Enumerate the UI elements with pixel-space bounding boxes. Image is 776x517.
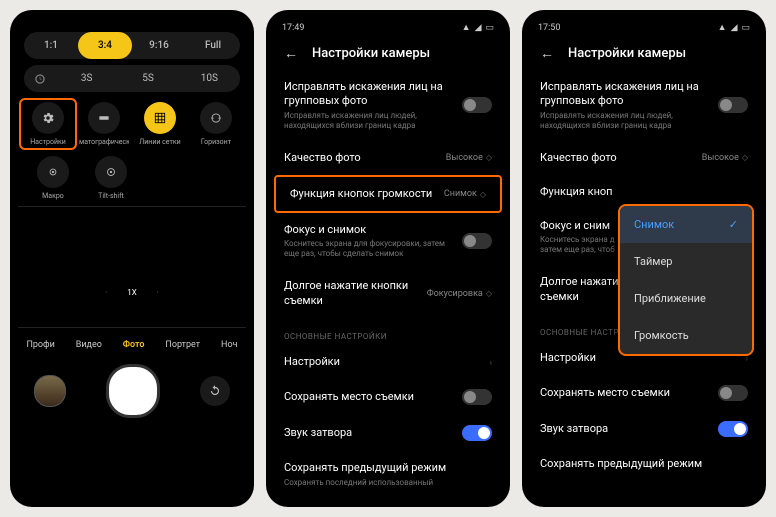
row-photo-quality[interactable]: Качество фото Высокое◇ <box>526 141 762 175</box>
ratio-Full[interactable]: Full <box>186 32 240 59</box>
popup-option-3[interactable]: Громкость <box>620 317 752 354</box>
wide-icon <box>88 102 120 134</box>
shutter-row <box>14 356 250 422</box>
phone-settings-popup: 17:50 ▲◢▭ ← Настройки камеры Исправлять … <box>522 10 766 507</box>
phone-settings: 17:49 ▲◢▭ ← Настройки камеры Исправлять … <box>266 10 510 507</box>
tilt-icon <box>95 156 127 188</box>
toggle-focus-shot[interactable] <box>462 233 492 249</box>
statusbar: 17:49 ▲◢▭ <box>270 18 506 37</box>
back-button[interactable]: ← <box>540 45 554 62</box>
header: ← Настройки камеры <box>526 37 762 70</box>
timer-icon <box>24 72 56 86</box>
row-prev-mode[interactable]: Сохранять предыдущий режим <box>526 447 762 481</box>
mode-Портрет[interactable]: Портрет <box>165 340 200 350</box>
volume-function-popup: Снимок✓ТаймерПриближениеГромкость <box>618 204 754 356</box>
row-face-distortion[interactable]: Исправлять искажения лиц на групповых фо… <box>270 70 506 141</box>
page-title: Настройки камеры <box>568 46 686 61</box>
check-icon: ✓ <box>729 218 738 231</box>
mode-Ноч[interactable]: Ноч <box>221 340 237 350</box>
mode-Профи[interactable]: Профи <box>26 340 54 350</box>
page-title: Настройки камеры <box>312 46 430 61</box>
row-photo-quality[interactable]: Качество фото Высокое◇ <box>270 141 506 175</box>
row-shutter-sound[interactable]: Звук затвора <box>270 415 506 451</box>
row-prev-mode[interactable]: Сохранять предыдущий режимСохранять посл… <box>270 451 506 497</box>
chevron-icon: ◇ <box>480 190 486 199</box>
tool-macro[interactable]: Макро <box>28 156 78 200</box>
tool-horizon[interactable]: Горизонт <box>191 102 241 146</box>
gallery-thumb[interactable] <box>34 375 66 407</box>
popup-option-0[interactable]: Снимок✓ <box>620 206 752 243</box>
mode-Видео[interactable]: Видео <box>76 340 102 350</box>
timer-5s[interactable]: 5S <box>117 65 178 92</box>
zoom-1x[interactable]: 1X <box>127 288 137 297</box>
popup-option-1[interactable]: Таймер <box>620 243 752 280</box>
chevron-icon: ◇ <box>486 153 492 162</box>
tool-gridlines[interactable]: Линии сетки <box>135 102 185 146</box>
grid-icon <box>144 102 176 134</box>
row-volume-function[interactable]: Функция кнопок громкости Снимок◇ <box>276 177 500 211</box>
signal-icon: ◢ <box>731 23 738 33</box>
toggle-face-distortion[interactable] <box>462 97 492 113</box>
timer-selector[interactable]: 3S 5S 10S <box>24 65 240 92</box>
row-settings[interactable]: Настройки› <box>270 345 506 379</box>
toggle-shutter-sound[interactable] <box>462 425 492 441</box>
tool-tiltshift[interactable]: Tilt-shift <box>86 156 136 200</box>
toggle-save-location[interactable] <box>718 385 748 401</box>
back-button[interactable]: ← <box>284 45 298 62</box>
switch-camera-button[interactable] <box>200 376 230 406</box>
zoom-row[interactable]: · 1X · <box>18 288 246 297</box>
viewfinder[interactable]: · 1X · <box>18 206 246 328</box>
section-basic: ОСНОВНЫЕ НАСТРОЙКИ <box>270 318 506 345</box>
ratio-9:16[interactable]: 9:16 <box>132 32 186 59</box>
popup-option-2[interactable]: Приближение <box>620 280 752 317</box>
row-save-location[interactable]: Сохранять место съемки <box>270 379 506 415</box>
wifi-icon: ▲ <box>462 22 471 33</box>
toggle-face-distortion[interactable] <box>718 97 748 113</box>
battery-icon: ▭ <box>741 23 750 33</box>
shutter-button[interactable] <box>106 364 160 418</box>
toggle-save-location[interactable] <box>462 389 492 405</box>
row-long-press[interactable]: Долгое нажатие кнопки съемки Фокусировка… <box>270 269 506 318</box>
tool-settings[interactable]: Настройки <box>19 98 77 150</box>
gear-icon <box>32 102 64 134</box>
toggle-shutter-sound[interactable] <box>718 421 748 437</box>
row-save-location[interactable]: Сохранять место съемки <box>526 375 762 411</box>
ratio-1:1[interactable]: 1:1 <box>24 32 78 59</box>
mode-Фото[interactable]: Фото <box>123 340 145 350</box>
battery-icon: ▭ <box>485 23 494 33</box>
mode-row[interactable]: Профи Видео Фото Портрет Ноч <box>14 334 250 356</box>
tool-cinematic[interactable]: матографическ <box>79 102 129 146</box>
statusbar: 17:50 ▲◢▭ <box>526 18 762 37</box>
row-focus-shot[interactable]: Фокус и снимокКоснитесь экрана для фокус… <box>270 213 506 269</box>
phone-camera: 1:13:49:16Full 3S 5S 10S Настройки матог… <box>10 10 254 507</box>
timer-3s[interactable]: 3S <box>56 65 117 92</box>
row-shutter-sound[interactable]: Звук затвора <box>526 411 762 447</box>
wifi-icon: ▲ <box>718 22 727 33</box>
header: ← Настройки камеры <box>270 37 506 70</box>
macro-icon <box>37 156 69 188</box>
tool-row-2: Макро Tilt-shift <box>20 156 244 200</box>
row-face-distortion[interactable]: Исправлять искажения лиц на групповых фо… <box>526 70 762 141</box>
level-icon <box>200 102 232 134</box>
tool-row-1: Настройки матографическ Линии сетки Гори… <box>20 102 244 146</box>
ratio-3:4[interactable]: 3:4 <box>78 32 132 59</box>
timer-10s[interactable]: 10S <box>179 65 240 92</box>
chevron-icon: ◇ <box>486 289 492 298</box>
aspect-ratio-selector[interactable]: 1:13:49:16Full <box>24 32 240 59</box>
signal-icon: ◢ <box>475 23 482 33</box>
